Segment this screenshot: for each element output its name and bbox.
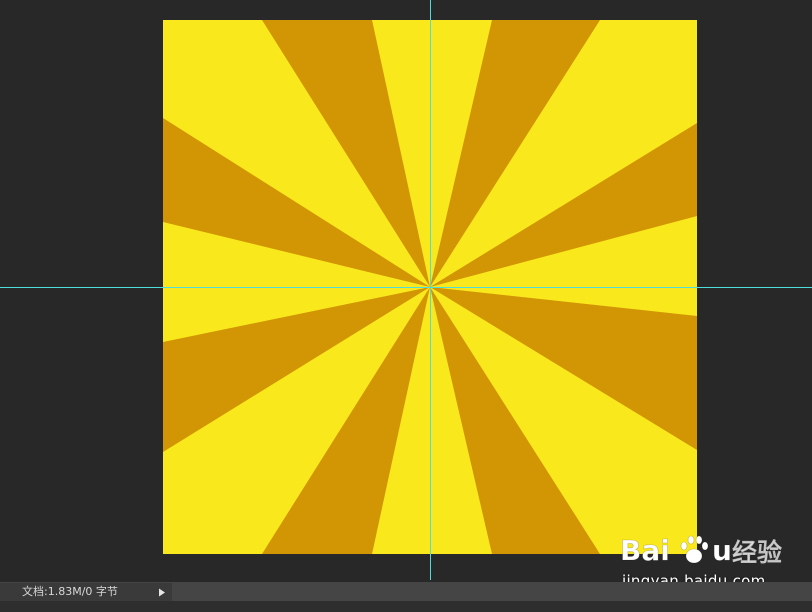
status-bar: 文档:1.83M/0 字节 [0,582,812,601]
svg-text:经验: 经验 [732,538,782,567]
triangle-right-icon [159,588,165,596]
watermark-url: jingyan.baidu.com [622,572,766,582]
status-menu-button[interactable] [155,583,169,601]
document-workspace: Bai u 经验 jingyan.baidu.com [0,0,812,582]
vertical-guide-line[interactable] [430,0,431,580]
horizontal-guide-line[interactable] [0,287,812,288]
document-size-info[interactable]: 文档:1.83M/0 字节 [0,583,155,601]
status-bar-scroll-area [172,583,812,601]
svg-text:u: u [712,534,732,567]
window-bottom-edge [0,601,812,612]
